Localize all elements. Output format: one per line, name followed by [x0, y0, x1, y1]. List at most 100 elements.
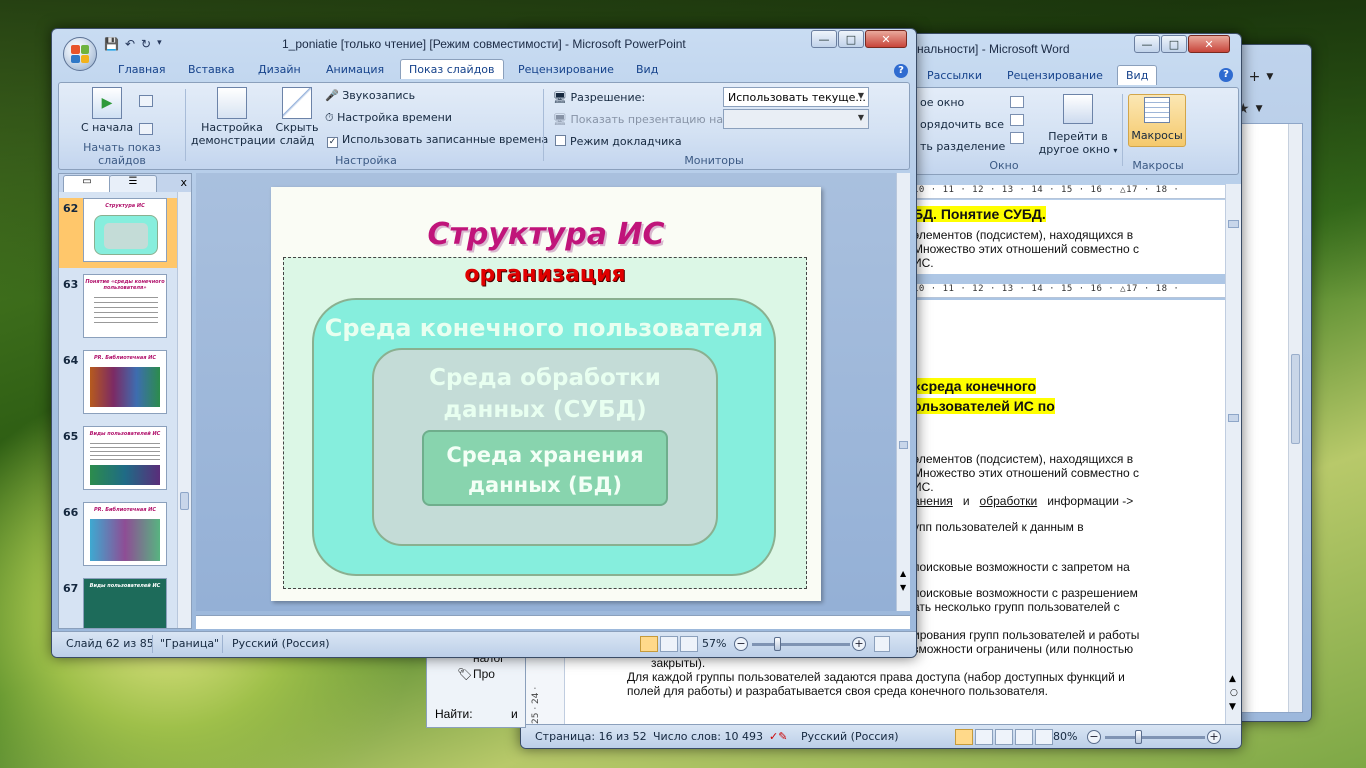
zoom-in-icon[interactable]: + — [1207, 730, 1221, 744]
minimize-button[interactable]: — — [811, 30, 837, 48]
switch-windows-button[interactable]: Перейти в другое окно ▾ — [1038, 94, 1118, 157]
tab-review[interactable]: Рецензирование — [1007, 69, 1103, 82]
find-input[interactable]: и — [511, 707, 518, 721]
language-indicator[interactable]: Русский (Россия) — [232, 637, 330, 650]
full-screen-view-button[interactable] — [975, 729, 993, 745]
tab-view[interactable]: Вид — [636, 63, 658, 76]
data-storage-shape[interactable]: Среда хранения данных (БД) — [422, 430, 668, 506]
close-panel-icon[interactable]: x — [180, 176, 187, 189]
vertical-scrollbar[interactable] — [177, 192, 191, 628]
view-side-by-side-icon[interactable] — [1010, 96, 1024, 108]
next-slide-icon[interactable]: ▼ — [900, 583, 906, 592]
undo-icon[interactable]: ↶ — [125, 37, 135, 51]
normal-view-button[interactable] — [640, 636, 658, 652]
chevron-down-icon[interactable]: ▼ — [1256, 104, 1263, 114]
close-button[interactable]: ✕ — [1188, 35, 1230, 53]
spelling-icon[interactable]: ✓✎ — [769, 730, 787, 743]
setup-show-button[interactable]: Настройка демонстрации — [191, 87, 276, 147]
redo-icon[interactable]: ↻ — [141, 37, 151, 51]
current-slide[interactable]: Структура ИС организация Среда конечного… — [271, 187, 821, 601]
tab-outline[interactable]: ☰ — [109, 175, 157, 192]
word-count[interactable]: Число слов: 10 493 — [653, 730, 763, 743]
ppt-titlebar[interactable]: 💾 ↶ ↻ ▾ 1_poniatie [только чтение] [Режи… — [52, 29, 916, 71]
minimize-button[interactable]: — — [1134, 35, 1160, 53]
next-page-icon[interactable]: ▼ — [1229, 702, 1236, 712]
new-window-button[interactable]: ое окно — [920, 96, 964, 109]
maximize-button[interactable]: □ — [838, 30, 864, 48]
scroll-thumb[interactable] — [899, 441, 908, 449]
slide-thumbnail[interactable]: 66 PR. Библиотечная ИС — [59, 502, 179, 572]
zoom-slider[interactable] — [752, 643, 850, 646]
scroll-thumb[interactable] — [180, 492, 189, 510]
theme-name[interactable]: "Граница" — [160, 637, 219, 650]
save-icon[interactable]: 💾 — [104, 37, 119, 51]
organization-box[interactable]: организация Среда конечного пользователя… — [283, 257, 807, 589]
plus-icon[interactable]: + — [1249, 69, 1261, 85]
tab-insert[interactable]: Вставка — [188, 63, 235, 76]
zoom-level[interactable]: 57% — [702, 637, 726, 650]
zoom-out-icon[interactable]: − — [1087, 730, 1101, 744]
language-indicator[interactable]: Русский (Россия) — [801, 730, 899, 743]
zoom-in-icon[interactable]: + — [852, 637, 866, 651]
tab-slides[interactable]: ▭ — [63, 175, 111, 192]
scroll-thumb[interactable] — [1291, 354, 1300, 444]
tab-slideshow[interactable]: Показ слайдов — [400, 59, 504, 79]
slides-panel[interactable]: ▭ ☰ x 62 Структура ИС 63 Понятие «среды … — [58, 173, 192, 629]
help-icon[interactable]: ? — [1219, 68, 1233, 82]
close-button[interactable]: ✕ — [865, 30, 907, 48]
hide-slide-button[interactable]: Скрыть слайд — [273, 87, 321, 147]
slide-editing-area[interactable]: Структура ИС организация Среда конечного… — [196, 173, 910, 611]
tab-mailings[interactable]: Рассылки — [927, 69, 982, 82]
custom-show-icon[interactable] — [139, 123, 153, 135]
from-current-slide-icon[interactable] — [139, 95, 153, 107]
show-on-dropdown[interactable]: ▼ — [723, 109, 869, 129]
customize-qat-icon[interactable]: ▾ — [157, 37, 162, 51]
print-layout-view-button[interactable] — [955, 729, 973, 745]
sync-scroll-icon[interactable] — [1010, 114, 1024, 126]
nav-item[interactable]: Про — [473, 667, 495, 681]
horizontal-ruler[interactable]: 10 · 11 · 12 · 13 · 14 · 15 · 16 · △17 ·… — [911, 185, 1233, 199]
slide-thumbnail[interactable]: 65 Виды пользователей ИС — [59, 426, 179, 496]
scroll-thumb[interactable] — [1228, 220, 1239, 228]
zoom-slider-knob[interactable] — [1135, 730, 1142, 744]
fit-to-window-button[interactable] — [874, 636, 890, 652]
tab-home[interactable]: Главная — [118, 63, 166, 76]
slide-title[interactable]: Структура ИС — [271, 217, 821, 252]
zoom-out-icon[interactable]: − — [734, 637, 748, 651]
checkbox-checked-icon[interactable]: ✓ — [327, 137, 338, 148]
powerpoint-window[interactable]: 💾 ↶ ↻ ▾ 1_poniatie [только чтение] [Режи… — [51, 28, 917, 658]
horizontal-ruler[interactable]: 10 · 11 · 12 · 13 · 14 · 15 · 16 · △17 ·… — [911, 284, 1233, 298]
draft-view-button[interactable] — [1035, 729, 1053, 745]
chevron-down-icon[interactable]: ▼ — [1266, 72, 1273, 82]
maximize-button[interactable]: □ — [1161, 35, 1187, 53]
slide-indicator[interactable]: Слайд 62 из 85 — [66, 637, 154, 650]
slide-thumbnail[interactable]: 63 Понятие «среды конечного пользователя… — [59, 274, 179, 344]
use-timings-checkbox[interactable]: ✓ Использовать записанные времена — [327, 133, 548, 148]
page-indicator[interactable]: Страница: 16 из 52 — [535, 730, 647, 743]
zoom-level[interactable]: 80% — [1053, 730, 1077, 743]
slideshow-view-button[interactable] — [680, 636, 698, 652]
side-by-side-icons[interactable] — [1010, 96, 1024, 156]
prev-slide-icon[interactable]: ▲ — [900, 569, 906, 578]
notes-pane[interactable] — [196, 615, 910, 629]
slide-thumbnail[interactable]: 62 Структура ИС — [59, 198, 179, 268]
scroll-thumb[interactable] — [1228, 414, 1239, 422]
prev-page-icon[interactable]: ▲ — [1229, 674, 1236, 684]
record-narration-button[interactable]: 🎤 Звукозапись — [325, 89, 415, 102]
arrange-all-button[interactable]: орядочить все — [920, 118, 1004, 131]
outline-view-button[interactable] — [1015, 729, 1033, 745]
help-icon[interactable]: ? — [894, 64, 908, 78]
tab-view[interactable]: Вид — [1117, 65, 1158, 85]
vertical-scrollbar[interactable] — [1288, 124, 1302, 712]
resolution-dropdown[interactable]: Использовать текуще... ▼ — [723, 87, 869, 107]
from-start-button[interactable]: ▶ С начала — [75, 87, 139, 134]
tab-animation[interactable]: Анимация — [326, 63, 384, 76]
browse-object-icon[interactable]: ○ — [1230, 688, 1238, 698]
rehearse-timings-button[interactable]: ⏱ Настройка времени — [325, 111, 452, 125]
checkbox-unchecked-icon[interactable] — [555, 135, 566, 146]
tab-review[interactable]: Рецензирование — [518, 63, 614, 76]
zoom-slider-knob[interactable] — [774, 637, 781, 651]
slide-thumbnail[interactable]: 67 Виды пользователей ИС — [59, 578, 179, 628]
web-layout-view-button[interactable] — [995, 729, 1013, 745]
tab-design[interactable]: Дизайн — [258, 63, 301, 76]
